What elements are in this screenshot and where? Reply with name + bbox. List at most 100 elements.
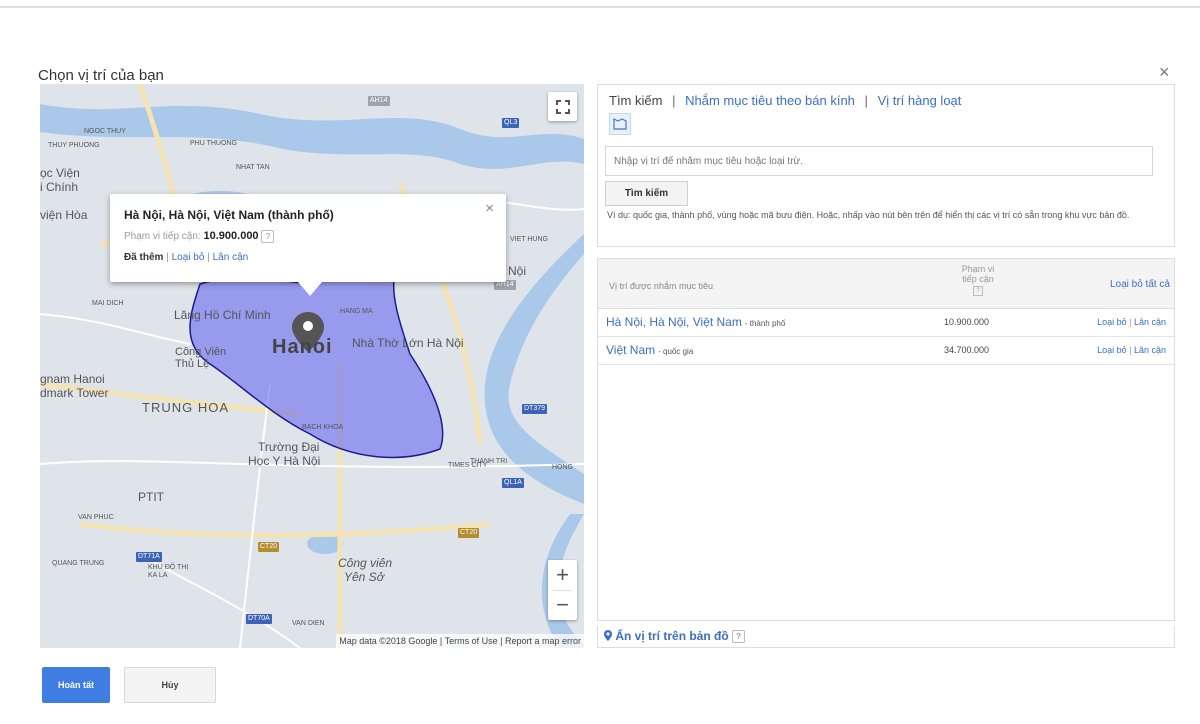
map[interactable]: Hanoi TRUNG HOA PTIT Lăng Hồ Chí Minh Nh… (40, 84, 584, 648)
row-actions: Loại bỏ | Lân cận (1097, 345, 1166, 355)
map-canvas (40, 84, 584, 648)
road-tag-dt71a: DT71A (136, 552, 162, 562)
tab-radius-targeting[interactable]: Nhắm mục tiêu theo bán kính (685, 93, 855, 108)
location-reach: 10.900.000 (944, 317, 990, 327)
location-search-input[interactable] (605, 146, 1153, 176)
road-tag-ah14: AH14 (368, 96, 390, 106)
location-name-link[interactable]: Việt Nam - quốc gia (606, 343, 693, 357)
row-actions: Loại bỏ | Lân cận (1097, 317, 1166, 327)
header-reach: Phạm vi tiếp cận ? (961, 264, 995, 296)
popup-added-label: Đã thêm (124, 252, 164, 263)
fullscreen-button[interactable] (548, 92, 577, 121)
map-label-noi: Nội (508, 264, 527, 278)
popup-nearby-link[interactable]: Lân cận (213, 252, 249, 263)
fullscreen-icon (555, 99, 570, 114)
map-label-van-dien: VAN DIEN (292, 620, 325, 627)
top-divider (0, 6, 1200, 8)
road-tag-ql3: QL3 (502, 118, 520, 128)
done-button[interactable]: Hoàn tất (42, 667, 110, 703)
terms-of-use-link[interactable]: Terms of Use (445, 636, 498, 646)
nearby-link[interactable]: Lân cận (1134, 317, 1166, 327)
map-label-phu-thuong: PHU THUONG (190, 140, 237, 147)
remove-all-link[interactable]: Loại bỏ tất cả (1110, 279, 1170, 290)
remove-link[interactable]: Loại bỏ (1097, 317, 1127, 327)
map-label-thuy-phuong: THUY PHUONG (48, 142, 100, 149)
map-label-thanh-tri: THANH TRI (470, 458, 508, 465)
map-label-hoc-y: Học Y Hà Nội (248, 454, 321, 468)
location-info-popup: × Hà Nội, Hà Nội, Việt Nam (thành phố) P… (110, 194, 506, 296)
search-panel: Tìm kiếm | Nhắm mục tiêu theo bán kính |… (597, 84, 1175, 247)
table-row: Hà Nội, Hà Nội, Việt Nam - thành phố 10.9… (598, 309, 1174, 337)
map-label-vien-hoa: viện Hòa (40, 208, 88, 222)
popup-reach: Phạm vi tiếp cận: 10.900.000 ? (124, 230, 275, 243)
map-area-icon (613, 118, 627, 130)
popup-remove-link[interactable]: Loại bỏ (172, 252, 205, 263)
pin-icon (604, 630, 612, 641)
map-label-yen-so: Yên Sở (344, 570, 384, 584)
zoom-control: + − (548, 560, 577, 620)
map-label-nhat-tan: NHAT TAN (236, 164, 270, 171)
popup-close-icon[interactable]: × (485, 200, 494, 217)
help-icon[interactable]: ? (732, 630, 746, 644)
map-data-label: Map data ©2018 Google (339, 636, 438, 646)
map-label-hoc-vien: ọc Viện (40, 166, 80, 180)
map-label-van-phuc: VAN PHUC (78, 514, 114, 521)
road-ring3 (79, 521, 491, 538)
map-label-nha-tho-lon: Nhà Thờ Lớn Hà Nội (352, 336, 464, 350)
cancel-button[interactable]: Hủy (124, 667, 216, 703)
map-label-keangnam: gnam Hanoi (40, 372, 105, 386)
tab-bulk-locations[interactable]: Vị trí hàng loạt (878, 93, 962, 108)
header-location: Vị trí được nhắm mục tiêu (609, 281, 713, 291)
report-map-error-link[interactable]: Report a map error (505, 636, 581, 646)
zoom-in-button[interactable]: + (548, 560, 577, 590)
road-tag-ct20b: CT20 (458, 528, 480, 538)
search-tabs: Tìm kiếm | Nhắm mục tiêu theo bán kính |… (609, 93, 962, 108)
map-label-hang-ma: HANG MA (340, 308, 373, 315)
help-icon[interactable]: ? (973, 286, 983, 296)
location-name-link[interactable]: Hà Nội, Hà Nội, Việt Nam - thành phố (606, 315, 785, 329)
map-label-cong-vien: Công viên (338, 556, 393, 570)
map-label-bach-khoa: BACH KHOA (302, 424, 344, 431)
show-locations-in-area-button[interactable] (609, 113, 631, 135)
popup-reach-label: Phạm vi tiếp cận: (124, 231, 201, 243)
road-tag-dt379: DT379 (522, 404, 548, 414)
map-label-quang-trung: QUANG TRUNG (52, 560, 105, 567)
dialog-title: Chọn vị trí của bạn (38, 67, 164, 84)
remove-link[interactable]: Loại bỏ (1097, 345, 1127, 355)
road-tag-ql1a: QL1A (502, 478, 524, 488)
map-visibility-bar: Ẩn vị trí trên bản đồ ? (597, 626, 1175, 648)
help-icon[interactable]: ? (261, 230, 275, 243)
popup-reach-value: 10.900.000 (203, 230, 259, 243)
map-label-hanoi: Hanoi (272, 336, 333, 358)
location-reach: 34.700.000 (944, 345, 990, 355)
search-hint: Ví dụ: quốc gia, thành phố, vùng hoặc mã… (607, 210, 1130, 220)
tab-search[interactable]: Tìm kiếm (609, 93, 662, 108)
map-label-ptit: PTIT (138, 490, 164, 504)
map-label-ngoc-thuy: NGOC THUY (84, 128, 126, 135)
map-label-landmark: dmark Tower (40, 386, 109, 400)
targeted-locations-table: Vị trí được nhắm mục tiêu Phạm vi tiếp c… (597, 258, 1175, 621)
search-button[interactable]: Tìm kiếm (605, 181, 688, 206)
table-header: Vị trí được nhắm mục tiêu Phạm vi tiếp c… (598, 259, 1174, 309)
road-tag-ct20a: CT20 (258, 542, 280, 552)
popup-title: Hà Nội, Hà Nội, Việt Nam (thành phố) (124, 208, 334, 222)
popup-tail (298, 282, 322, 296)
map-label-mai-dich: MAI DICH (92, 300, 124, 307)
table-row: Việt Nam - quốc gia 34.700.000 Loại bỏ | … (598, 337, 1174, 365)
map-label-hong: HONG (552, 464, 573, 471)
red-river (40, 104, 584, 169)
map-label-lang-ho-chi-minh: Lăng Hồ Chí Minh (174, 308, 271, 322)
nearby-link[interactable]: Lân cận (1134, 345, 1166, 355)
close-icon[interactable]: × (1159, 62, 1170, 83)
map-label-trung-hoa: TRUNG HOA (142, 400, 229, 415)
map-label-cong-vien-thu-le: Công Viên Thủ Lệ (175, 346, 227, 370)
popup-actions: Đã thêm | Loại bỏ | Lân cận (124, 252, 249, 263)
hide-locations-on-map-toggle[interactable]: Ẩn vị trí trên bản đồ ? (604, 629, 746, 644)
map-label-truong-dai: Trường Đại (258, 440, 320, 454)
map-attribution: Map data ©2018 Google | Terms of Use | R… (336, 634, 584, 648)
map-label-viet-hung: VIET HUNG (510, 236, 548, 243)
road-tag-dt70a: DT70A (246, 614, 272, 624)
map-label-chinh: i Chính (40, 180, 79, 194)
zoom-out-button[interactable]: − (548, 590, 577, 620)
map-label-khu-do-thi: KHU ĐÔ THỊ KA LA (148, 564, 189, 579)
